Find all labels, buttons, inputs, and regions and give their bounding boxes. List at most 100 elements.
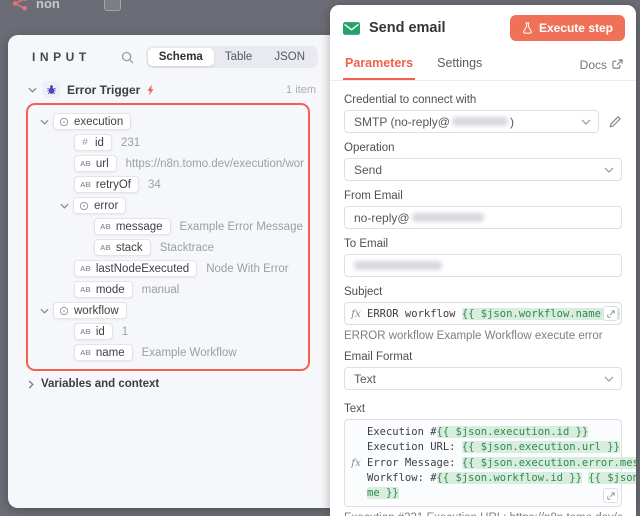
schema-key-label: message <box>115 220 163 233</box>
expression-text: Execution # <box>367 426 437 438</box>
expression-line: Execution URL: {{ $json.execution.url }} <box>367 440 636 455</box>
schema-value: 1 <box>121 325 129 338</box>
schema-key-label: retryOf <box>95 178 131 191</box>
envelope-icon <box>343 21 360 35</box>
expression-line: Error Message: {{ $json.execution.error.… <box>367 456 636 471</box>
redacted-to-email <box>354 261 442 270</box>
tab-parameters[interactable]: Parameters <box>343 49 416 80</box>
variables-context-label: Variables and context <box>41 378 160 390</box>
chevron-down-icon[interactable] <box>60 203 69 209</box>
email-format-label: Email Format <box>344 351 413 363</box>
expression-text: execute erro <box>620 308 621 320</box>
schema-key-label: name <box>95 346 125 359</box>
node-settings-panel: Send email Execute step Parameters Settin… <box>330 5 636 516</box>
schema-key-pill[interactable]: AB mode <box>74 281 133 298</box>
input-view-tab-json[interactable]: JSON <box>263 48 316 66</box>
execute-step-label: Execute step <box>538 21 613 35</box>
schema-key-label: workflow <box>74 304 119 317</box>
redacted-from-email <box>411 213 484 222</box>
schema-key-label: stack <box>115 241 143 254</box>
schema-item-name[interactable]: AB name Example Workflow <box>34 342 304 363</box>
schema-key-pill[interactable]: AB lastNodeExecuted <box>74 260 198 277</box>
schema-key-pill[interactable]: AB retryOf <box>74 176 139 193</box>
canvas-mini-button[interactable] <box>104 0 121 11</box>
expression-line: me }} <box>367 486 636 501</box>
operation-label: Operation <box>344 142 395 154</box>
pencil-icon[interactable] <box>608 115 622 129</box>
schema-key-pill[interactable]: AB stack <box>94 239 151 256</box>
search-icon[interactable] <box>121 51 134 64</box>
schema-value: Example Error Message <box>179 220 303 233</box>
schema-key-label: error <box>94 199 119 212</box>
schema-item-message[interactable]: AB message Example Error Message <box>34 216 304 237</box>
schema-key-pill[interactable]: AB message <box>94 218 171 235</box>
schema-key-pill[interactable]: AB id <box>74 323 113 340</box>
expand-expression-icon[interactable] <box>603 306 618 321</box>
schema-key-pill[interactable]: workflow <box>53 302 127 319</box>
expression-token: me }} <box>367 487 399 500</box>
expression-token: {{ $json.workflow.na <box>588 471 636 484</box>
text-label: Text <box>344 403 366 415</box>
to-email-input[interactable] <box>344 254 622 277</box>
schema-key-pill[interactable]: AB url <box>74 155 117 172</box>
execute-step-button[interactable]: Execute step <box>509 15 625 41</box>
input-view-tab-table[interactable]: Table <box>214 48 264 66</box>
schema-item-lastNodeExecuted[interactable]: AB lastNodeExecuted Node With Error <box>34 258 304 279</box>
expression-text: Execution URL: <box>367 441 462 454</box>
schema-key-label: id <box>95 325 105 338</box>
operation-select[interactable]: Send <box>344 158 622 181</box>
chevron-down-icon[interactable] <box>28 87 37 93</box>
schema-item-execution[interactable]: execution <box>34 111 304 132</box>
schema-key-label: url <box>95 157 109 170</box>
bug-icon <box>43 81 60 98</box>
credential-label: Credential to connect with <box>344 94 477 106</box>
expression-token: {{ $json.execution.url }} <box>461 441 620 454</box>
schema-key-pill[interactable]: execution <box>53 113 132 130</box>
schema-item-mode[interactable]: AB mode manual <box>34 279 304 300</box>
schema-key-pill[interactable]: # id <box>74 134 112 151</box>
schema-item-retryOf[interactable]: AB retryOf 34 <box>34 174 304 195</box>
expand-expression-icon[interactable] <box>603 488 618 504</box>
schema-item-url[interactable]: AB url https://n8n.tomo.dev/execution/work… <box>34 153 304 174</box>
node-tabs: Parameters Settings Docs <box>330 49 636 81</box>
redacted-credential <box>451 117 508 126</box>
external-link-icon <box>612 59 623 70</box>
schema-value: 231 <box>120 136 141 149</box>
email-format-select[interactable]: Text <box>344 367 622 390</box>
object-type-icon <box>79 201 89 211</box>
schema-item-id[interactable]: AB id 1 <box>34 321 304 342</box>
workflow-node-icon <box>12 0 29 12</box>
schema-key-pill[interactable]: error <box>73 197 127 214</box>
text-expression-input[interactable]: fx Execution #{{ $json.execution.id }} Ex… <box>344 419 636 508</box>
from-email-input[interactable]: no-reply@ <box>344 206 622 229</box>
to-email-label: To Email <box>344 238 389 250</box>
expression-text: Error Message: <box>367 456 462 469</box>
expression-token: {{ $json.execution.id }} <box>436 426 589 438</box>
subject-preview: ERROR workflow Example Workflow execute … <box>344 330 603 342</box>
credential-select[interactable]: SMTP (no-reply@) <box>344 110 599 133</box>
docs-link[interactable]: Docs <box>580 58 623 72</box>
object-type-icon <box>59 117 69 127</box>
chevron-down-icon <box>604 376 614 382</box>
string-type-icon: AB <box>80 264 91 273</box>
subject-expression-input[interactable]: fx ERROR workflow {{ $json.workflow.name… <box>344 302 622 325</box>
string-type-icon: AB <box>80 180 91 189</box>
schema-item-error[interactable]: error <box>34 195 304 216</box>
chevron-down-icon[interactable] <box>40 308 49 314</box>
input-view-tab-schema[interactable]: Schema <box>147 48 214 66</box>
text-preview: Execution #231 Execution URL: https://n8… <box>344 512 622 516</box>
schema-item-stack[interactable]: AB stack Stacktrace <box>34 237 304 258</box>
schema-item-workflow[interactable]: workflow <box>34 300 304 321</box>
schema-key-label: id <box>95 136 104 149</box>
string-type-icon: AB <box>80 285 91 294</box>
variables-context-toggle[interactable]: Variables and context <box>28 378 330 390</box>
expression-token: {{ $json.workflow.name }} <box>461 307 620 320</box>
tab-settings[interactable]: Settings <box>435 49 484 80</box>
chevron-down-icon[interactable] <box>40 119 49 125</box>
schema-item-id[interactable]: # id 231 <box>34 132 304 153</box>
node-header: Send email Execute step <box>330 5 636 49</box>
schema-key-pill[interactable]: AB name <box>74 344 133 361</box>
chevron-right-icon <box>28 379 34 389</box>
expression-line: Execution #{{ $json.execution.id }} <box>367 425 636 440</box>
trigger-node-row[interactable]: Error Trigger 1 item <box>28 81 316 98</box>
